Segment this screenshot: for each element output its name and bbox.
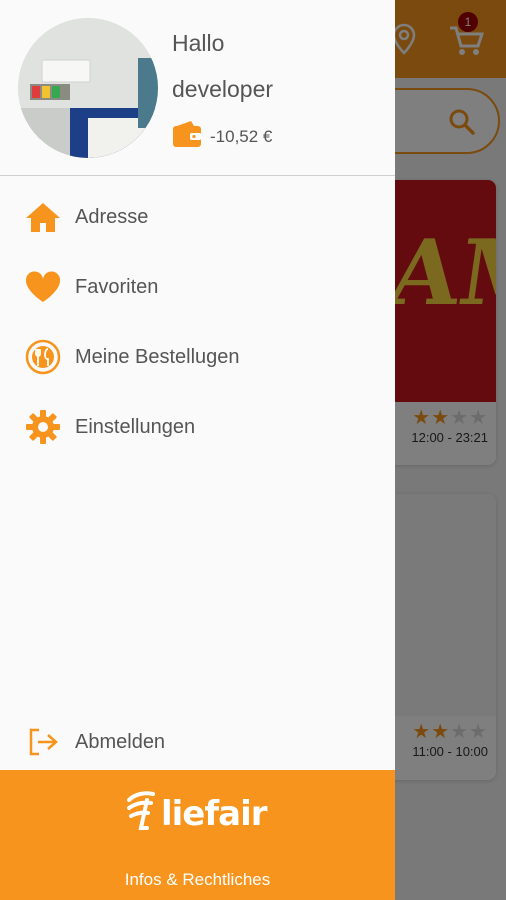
menu-item-favoriten[interactable]: Favoriten (0, 252, 395, 322)
drawer-header: Hallo developer -10,52 € (0, 0, 395, 176)
info-legal-link[interactable]: Infos & Rechtliches (0, 870, 395, 890)
brand-logo: liefair (125, 786, 275, 846)
wallet-balance: -10,52 € (172, 120, 272, 153)
menu-item-label: Favoriten (75, 275, 159, 298)
username: developer (172, 76, 274, 102)
menu-item-einstellungen[interactable]: Einstellungen (0, 392, 395, 462)
greeting-text: Hallo (172, 30, 225, 56)
logout-label: Abmelden (75, 730, 166, 753)
menu-item-adresse[interactable]: Adresse (0, 182, 395, 252)
navigation-drawer: Hallo developer -10,52 € Adresse Favorit… (0, 0, 395, 900)
home-icon (24, 198, 62, 236)
cutlery-icon (24, 338, 62, 376)
logout-icon (24, 723, 62, 761)
drawer-footer: liefair Infos & Rechtliches (0, 770, 395, 900)
wallet-icon (172, 120, 202, 153)
menu-item-label: Meine Bestellugen (75, 345, 240, 368)
logout-button[interactable]: Abmelden (0, 710, 395, 774)
avatar[interactable] (18, 18, 158, 158)
menu-item-label: Adresse (75, 205, 149, 228)
logo-text: liefair (161, 794, 268, 834)
menu-item-label: Einstellungen (75, 415, 196, 438)
menu-item-bestellungen[interactable]: Meine Bestellugen (0, 322, 395, 392)
drawer-menu: Adresse Favoriten Meine Bestellugen Eins… (0, 182, 395, 462)
heart-icon (24, 268, 62, 306)
wallet-amount: -10,52 € (210, 126, 273, 146)
gear-icon (24, 408, 62, 446)
